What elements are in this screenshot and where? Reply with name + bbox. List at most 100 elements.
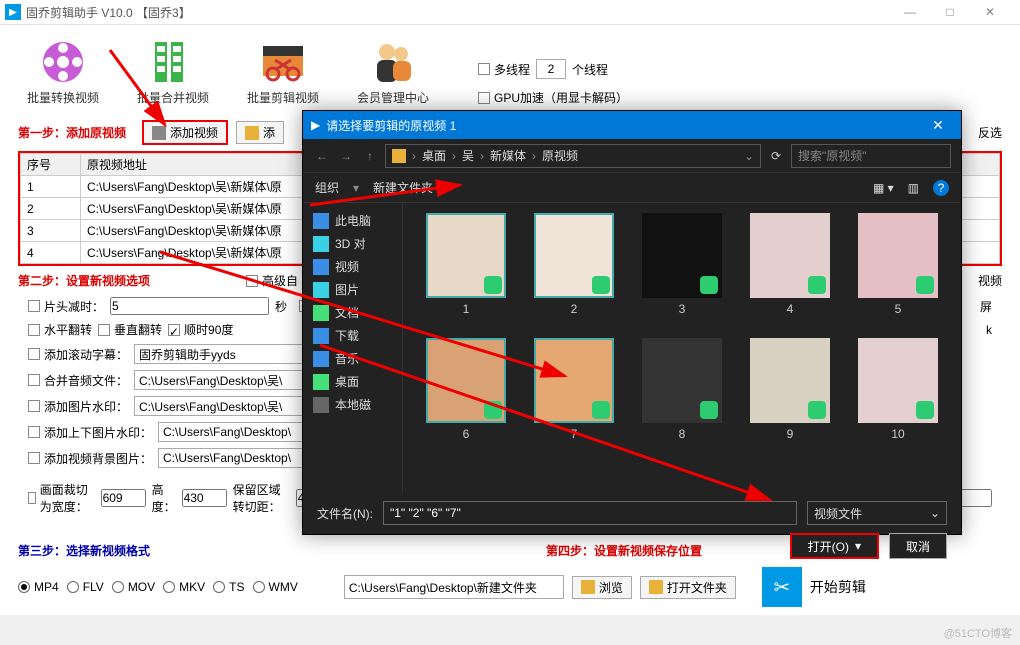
add-video-button[interactable]: 添加视频 xyxy=(142,120,228,145)
sidebar-item[interactable]: 下载 xyxy=(309,324,396,347)
reload-icon[interactable]: ⟳ xyxy=(767,149,785,163)
dialog-close-button[interactable]: ✕ xyxy=(923,117,953,134)
video-badge-icon xyxy=(808,276,826,294)
nav-forward-icon[interactable]: → xyxy=(337,149,355,163)
crop-w-input[interactable] xyxy=(101,489,146,507)
crop-checkbox[interactable]: 画面裁切为宽度： xyxy=(28,481,95,515)
ccw-checkbox[interactable]: ✓顺时90度 xyxy=(168,321,233,338)
add-folder-button[interactable]: 添 xyxy=(236,121,284,144)
head-trim-checkbox[interactable]: 片头减时： xyxy=(28,298,104,315)
folder-icon xyxy=(313,328,329,344)
filename-input[interactable] xyxy=(383,501,797,525)
folder-icon xyxy=(313,374,329,390)
subtitle-input[interactable] xyxy=(134,344,324,364)
start-edit-button[interactable]: 开始剪辑 xyxy=(810,577,866,597)
merge-video-button[interactable]: 批量合并视频 xyxy=(128,38,218,106)
sidebar: 此电脑3D 对视频图片文档下载音乐桌面本地磁 xyxy=(303,203,403,493)
folder-icon xyxy=(313,397,329,413)
output-path-input[interactable] xyxy=(344,575,564,599)
breadcrumb[interactable]: ›桌面 ›吴 ›新媒体 ›原视频 ⌄ xyxy=(385,144,761,168)
cancel-button[interactable]: 取消 xyxy=(889,533,947,559)
new-folder-button[interactable]: 新建文件夹 xyxy=(373,179,433,196)
thumbnail-item[interactable]: 7 xyxy=(529,338,619,453)
thumbnail-item[interactable]: 2 xyxy=(529,213,619,328)
thumbnail-item[interactable]: 1 xyxy=(421,213,511,328)
thumbnail-image xyxy=(426,338,506,423)
sidebar-item[interactable]: 文档 xyxy=(309,301,396,324)
view-mode-icon[interactable]: ▦ ▾ xyxy=(873,181,894,195)
help-icon[interactable]: ? xyxy=(933,180,949,196)
thumbnail-label: 9 xyxy=(787,427,794,441)
sidebar-item[interactable]: 图片 xyxy=(309,278,396,301)
thumbnail-item[interactable]: 4 xyxy=(745,213,835,328)
app-icon: ▶ xyxy=(5,4,21,20)
step2-label: 第二步：设置新视频选项 xyxy=(18,272,150,289)
format-wmv[interactable]: WMV xyxy=(253,580,298,594)
clapper-cut-icon xyxy=(259,38,307,86)
bg-checkbox[interactable]: 添加视频背景图片： xyxy=(28,450,152,467)
convert-video-button[interactable]: 批量转换视频 xyxy=(18,38,108,106)
invert-selection[interactable]: 反选 xyxy=(978,124,1002,141)
sidebar-item[interactable]: 桌面 xyxy=(309,370,396,393)
maximize-button[interactable]: □ xyxy=(935,5,965,19)
video-badge-icon xyxy=(916,276,934,294)
format-ts[interactable]: TS xyxy=(213,580,244,594)
watermark: @51CTO博客 xyxy=(944,625,1012,641)
multithread-checkbox[interactable]: 多线程 xyxy=(478,61,530,78)
close-button[interactable]: ✕ xyxy=(975,5,1005,19)
thumbnail-label: 5 xyxy=(895,302,902,316)
folder-icon xyxy=(313,259,329,275)
minimize-button[interactable]: — xyxy=(895,5,925,19)
open-folder-button[interactable]: 打开文件夹 xyxy=(640,576,736,599)
hflip-checkbox[interactable]: 水平翻转 xyxy=(28,321,92,338)
thumbnail-item[interactable]: 6 xyxy=(421,338,511,453)
watermark-input[interactable] xyxy=(134,396,324,416)
head-trim-input[interactable] xyxy=(110,297,269,315)
vflip-checkbox[interactable]: 垂直翻转 xyxy=(98,321,162,338)
thumbnail-item[interactable]: 5 xyxy=(853,213,943,328)
thumbnail-label: 3 xyxy=(679,302,686,316)
video-badge-icon xyxy=(484,401,502,419)
chevron-down-icon[interactable]: ⌄ xyxy=(744,149,754,163)
organize-menu[interactable]: 组织 xyxy=(315,179,339,196)
file-type-select[interactable]: 视频文件⌄ xyxy=(807,501,947,525)
cut-video-button[interactable]: 批量剪辑视频 xyxy=(238,38,328,106)
nav-back-icon[interactable]: ← xyxy=(313,149,331,163)
thumbnail-item[interactable]: 8 xyxy=(637,338,727,453)
thumbnail-item[interactable]: 9 xyxy=(745,338,835,453)
format-mkv[interactable]: MKV xyxy=(163,580,205,594)
filename-label: 文件名(N): xyxy=(317,505,373,522)
nav-up-icon[interactable]: ↑ xyxy=(361,149,379,163)
video-badge-icon xyxy=(700,276,718,294)
sidebar-item[interactable]: 此电脑 xyxy=(309,209,396,232)
sidebar-item[interactable]: 3D 对 xyxy=(309,232,396,255)
thread-count-input[interactable] xyxy=(536,59,566,79)
thumbnail-item[interactable]: 3 xyxy=(637,213,727,328)
gpu-checkbox[interactable]: GPU加速（用显卡解码） xyxy=(478,89,628,106)
sidebar-item[interactable]: 本地磁 xyxy=(309,393,396,416)
crop-h-input[interactable] xyxy=(182,489,227,507)
sidebar-item[interactable]: 视频 xyxy=(309,255,396,278)
watermark-checkbox[interactable]: 添加图片水印： xyxy=(28,398,128,415)
format-mp4[interactable]: MP4 xyxy=(18,580,59,594)
advanced-checkbox[interactable]: 高级自 xyxy=(246,272,298,289)
thumbnail-image xyxy=(534,213,614,298)
format-mov[interactable]: MOV xyxy=(112,580,155,594)
ud-watermark-checkbox[interactable]: 添加上下图片水印： xyxy=(28,424,152,441)
member-center-button[interactable]: 会员管理中心 xyxy=(348,38,438,106)
step1-label: 第一步：添加原视频 xyxy=(18,124,126,141)
thumbnail-label: 4 xyxy=(787,302,794,316)
video-badge-icon xyxy=(916,401,934,419)
audio-input[interactable] xyxy=(134,370,324,390)
thumbnail-label: 2 xyxy=(571,302,578,316)
browse-button[interactable]: 浏览 xyxy=(572,576,632,599)
search-input[interactable]: 搜索"原视频" xyxy=(791,144,951,168)
thumbnail-item[interactable]: 10 xyxy=(853,338,943,453)
thumbnail-image xyxy=(642,338,722,423)
preview-pane-icon[interactable]: ▥ xyxy=(908,181,919,195)
open-button[interactable]: 打开(O)▾ xyxy=(790,533,879,559)
format-flv[interactable]: FLV xyxy=(67,580,104,594)
subtitle-checkbox[interactable]: 添加滚动字幕： xyxy=(28,346,128,363)
sidebar-item[interactable]: 音乐 xyxy=(309,347,396,370)
audio-checkbox[interactable]: 合并音频文件： xyxy=(28,372,128,389)
